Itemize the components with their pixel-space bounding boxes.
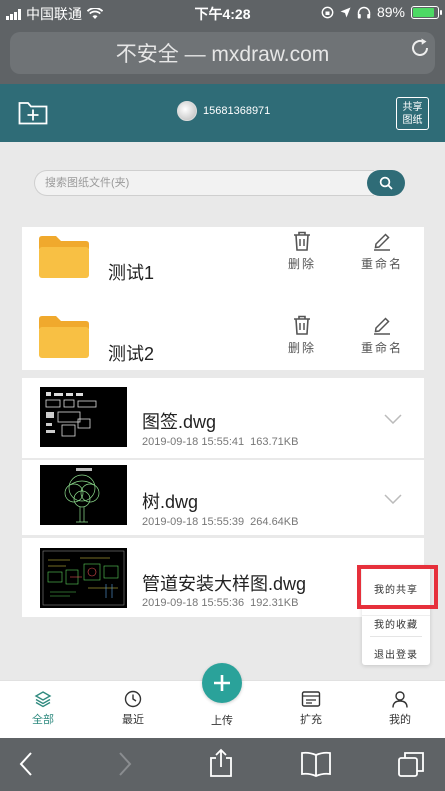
file-date: 2019-09-18 15:55:41 [142, 436, 245, 448]
tab-recent-label: 最近 [122, 714, 144, 726]
headphones-icon [357, 6, 371, 18]
drawing-thumbnail [40, 387, 127, 447]
tab-recent[interactable]: 最近 [103, 690, 163, 727]
delete-label: 删除 [287, 257, 316, 271]
file-size: 163.71KB [250, 436, 299, 448]
tab-upload-label: 上传 [211, 715, 233, 727]
tab-mine-label: 我的 [389, 714, 411, 726]
forward-icon[interactable] [117, 751, 133, 777]
file-size: 192.31KB [250, 597, 299, 609]
chevron-down-icon[interactable] [384, 414, 402, 424]
person-icon [392, 691, 408, 708]
tab-expand[interactable]: 扩充 [281, 690, 341, 727]
menu-item-logout[interactable]: 退出登录 [362, 646, 430, 661]
tab-all[interactable]: 全部 [13, 690, 73, 727]
status-bar: 中国联通 下午4:28 89% [0, 0, 445, 24]
trash-icon [294, 315, 310, 335]
share-icon[interactable] [208, 748, 234, 778]
search-icon [379, 176, 393, 190]
rename-button[interactable]: 重命名 [352, 315, 412, 356]
reload-icon[interactable] [409, 37, 431, 59]
file-meta: 2019-09-18 15:55:36 192.31KB [142, 597, 304, 609]
folder-name[interactable]: 测试2 [108, 340, 154, 366]
search-button[interactable] [367, 170, 405, 196]
file-meta: 2019-09-18 15:55:39 264.64KB [142, 516, 304, 528]
shared-drawings-label-1: 共享 [402, 102, 423, 113]
file-date: 2019-09-18 15:55:39 [142, 516, 245, 528]
folder-row[interactable]: 测试1 删除 重命名 [22, 227, 424, 297]
app-header: 15681368971 共享 图纸 [0, 84, 445, 142]
orientation-lock-icon [321, 6, 334, 18]
upload-button[interactable] [202, 663, 242, 703]
tab-all-label: 全部 [32, 714, 54, 726]
user-info: 15681368971 [177, 101, 270, 121]
shared-drawings-button[interactable]: 共享 图纸 [396, 97, 429, 130]
delete-button[interactable]: 删除 [277, 315, 327, 356]
tab-expand-label: 扩充 [300, 714, 322, 726]
trash-icon [294, 231, 310, 251]
highlight-box [357, 565, 438, 609]
folder-icon [39, 236, 89, 278]
rename-label: 重命名 [360, 257, 403, 271]
tabs-icon[interactable] [397, 750, 425, 778]
browser-address-bar: 不安全 — mxdraw.com [0, 24, 445, 84]
url-field[interactable]: 不安全 — mxdraw.com [10, 32, 435, 74]
battery-icon [411, 5, 442, 19]
drawing-thumbnail [40, 465, 127, 525]
file-name[interactable]: 树.dwg [142, 488, 198, 514]
folder-icon [39, 316, 89, 358]
battery-percent: 89% [376, 4, 405, 20]
back-icon[interactable] [18, 751, 34, 777]
tab-mine[interactable]: 我的 [370, 690, 430, 727]
shared-drawings-label-2: 图纸 [402, 115, 423, 126]
avatar [177, 101, 197, 121]
bookmarks-icon[interactable] [300, 750, 332, 778]
folder-row[interactable]: 测试2 删除 重命名 [22, 297, 424, 370]
file-size: 264.64KB [250, 516, 299, 528]
plus-icon [214, 675, 230, 691]
menu-divider [370, 636, 422, 637]
folder-name[interactable]: 测试1 [108, 259, 154, 285]
delete-label: 删除 [287, 341, 316, 355]
clock-icon [124, 690, 142, 708]
rename-label: 重命名 [360, 341, 403, 355]
file-meta: 2019-09-18 15:55:41 163.71KB [142, 436, 304, 448]
username: 15681368971 [203, 105, 271, 117]
card-icon [301, 691, 321, 707]
file-row[interactable]: 图签.dwg 2019-09-18 15:55:41 163.71KB [22, 378, 424, 458]
url-text: 不安全 — mxdraw.com [115, 43, 330, 66]
tab-upload[interactable]: 上传 [192, 712, 252, 728]
file-date: 2019-09-18 15:55:36 [142, 597, 245, 609]
search-bar [34, 170, 405, 196]
menu-item-my-favorites[interactable]: 我的收藏 [362, 615, 430, 631]
file-row[interactable]: 树.dwg 2019-09-18 15:55:39 264.64KB [22, 460, 424, 535]
delete-button[interactable]: 删除 [277, 231, 327, 272]
browser-toolbar [0, 738, 445, 791]
location-icon [340, 7, 351, 17]
layers-icon [34, 691, 52, 708]
pencil-icon [374, 233, 390, 251]
pencil-icon [374, 317, 390, 335]
new-folder-icon[interactable] [18, 98, 48, 126]
file-name[interactable]: 管道安装大样图.dwg [142, 570, 306, 596]
chevron-down-icon[interactable] [384, 494, 402, 504]
search-input[interactable] [34, 170, 374, 196]
file-name[interactable]: 图签.dwg [142, 408, 216, 434]
drawing-thumbnail [40, 548, 127, 608]
rename-button[interactable]: 重命名 [352, 231, 412, 272]
